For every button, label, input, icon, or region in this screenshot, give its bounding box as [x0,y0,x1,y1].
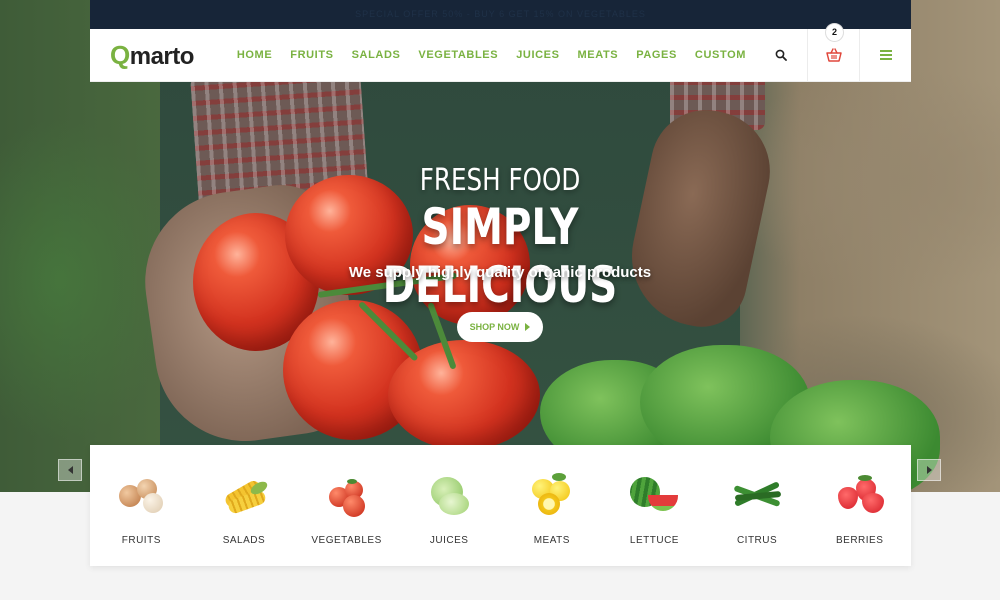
category-label: BERRIES [835,535,884,546]
nav-item-juices[interactable]: JUICES [507,49,568,61]
category-item-salads[interactable]: SALADS [193,445,296,566]
cabbage-icon [419,473,479,517]
search-icon [775,49,787,61]
category-label: MEATS [533,535,570,546]
logo-text: marto [129,42,195,70]
category-label: JUICES [429,535,469,546]
hero-heading: SIMPLY DELICIOUS [382,198,618,314]
category-label: LETTUCE [629,535,679,546]
nav-item-custom[interactable]: CUSTOM [686,49,755,61]
nav-item-vegetables[interactable]: VEGETABLES [409,49,507,61]
lemon-icon [522,473,582,517]
nav-item-fruits[interactable]: FRUITS [281,49,342,61]
hero-tagline: We supply highly quality organic product… [348,264,652,281]
slider-prev-button[interactable] [58,459,82,481]
category-label: CITRUS [736,535,778,546]
cart-count-badge: 2 [826,24,843,41]
menu-button[interactable] [859,29,911,81]
nav-item-home[interactable]: HOME [228,49,281,61]
nav-item-salads[interactable]: SALADS [343,49,410,61]
tomato-icon [317,473,377,517]
header-actions: 2 [755,24,911,81]
hamburger-icon [879,50,892,60]
chevron-left-icon [67,466,73,474]
slider-next-button[interactable] [917,459,941,481]
arrow-right-icon [525,323,531,331]
category-label: SALADS [222,535,266,546]
nav-item-pages[interactable]: PAGES [627,49,686,61]
corn-icon [214,473,274,517]
watermelon-icon [624,473,684,517]
nav-item-meats[interactable]: MEATS [569,49,628,61]
category-item-fruits[interactable]: FRUITS [90,445,193,566]
basket-icon [825,48,842,62]
strawberry-icon [830,473,890,517]
category-label: VEGETABLES [311,535,382,546]
category-item-citrus[interactable]: CITRUS [706,445,809,566]
category-label: FRUITS [121,535,161,546]
promo-bar: SPECIAL OFFER 50% - BUY 6 GET 15% ON VEG… [90,0,911,29]
hero-subheading: FRESH FOOD [419,163,581,198]
category-item-juices[interactable]: JUICES [398,445,501,566]
category-strip: FRUITS SALADS VEGETABLES JUICES MEATS LE… [90,445,911,566]
shop-now-label: SHOP NOW [469,322,520,332]
category-item-meats[interactable]: MEATS [501,445,604,566]
green-beans-icon [727,473,787,517]
shop-now-button[interactable]: SHOP NOW [457,312,543,342]
logo-initial: Q [110,39,130,70]
cart-button[interactable]: 2 [807,24,859,81]
site-logo[interactable]: Qmarto [90,40,218,71]
site-header: Qmarto HOME FRUITS SALADS VEGETABLES JUI… [90,24,911,82]
category-item-berries[interactable]: BERRIES [808,445,911,566]
chevron-right-icon [926,466,932,474]
category-item-vegetables[interactable]: VEGETABLES [295,445,398,566]
search-button[interactable] [755,29,807,81]
main-nav: HOME FRUITS SALADS VEGETABLES JUICES MEA… [228,49,755,61]
category-item-lettuce[interactable]: LETTUCE [603,445,706,566]
onion-icon [111,473,171,517]
